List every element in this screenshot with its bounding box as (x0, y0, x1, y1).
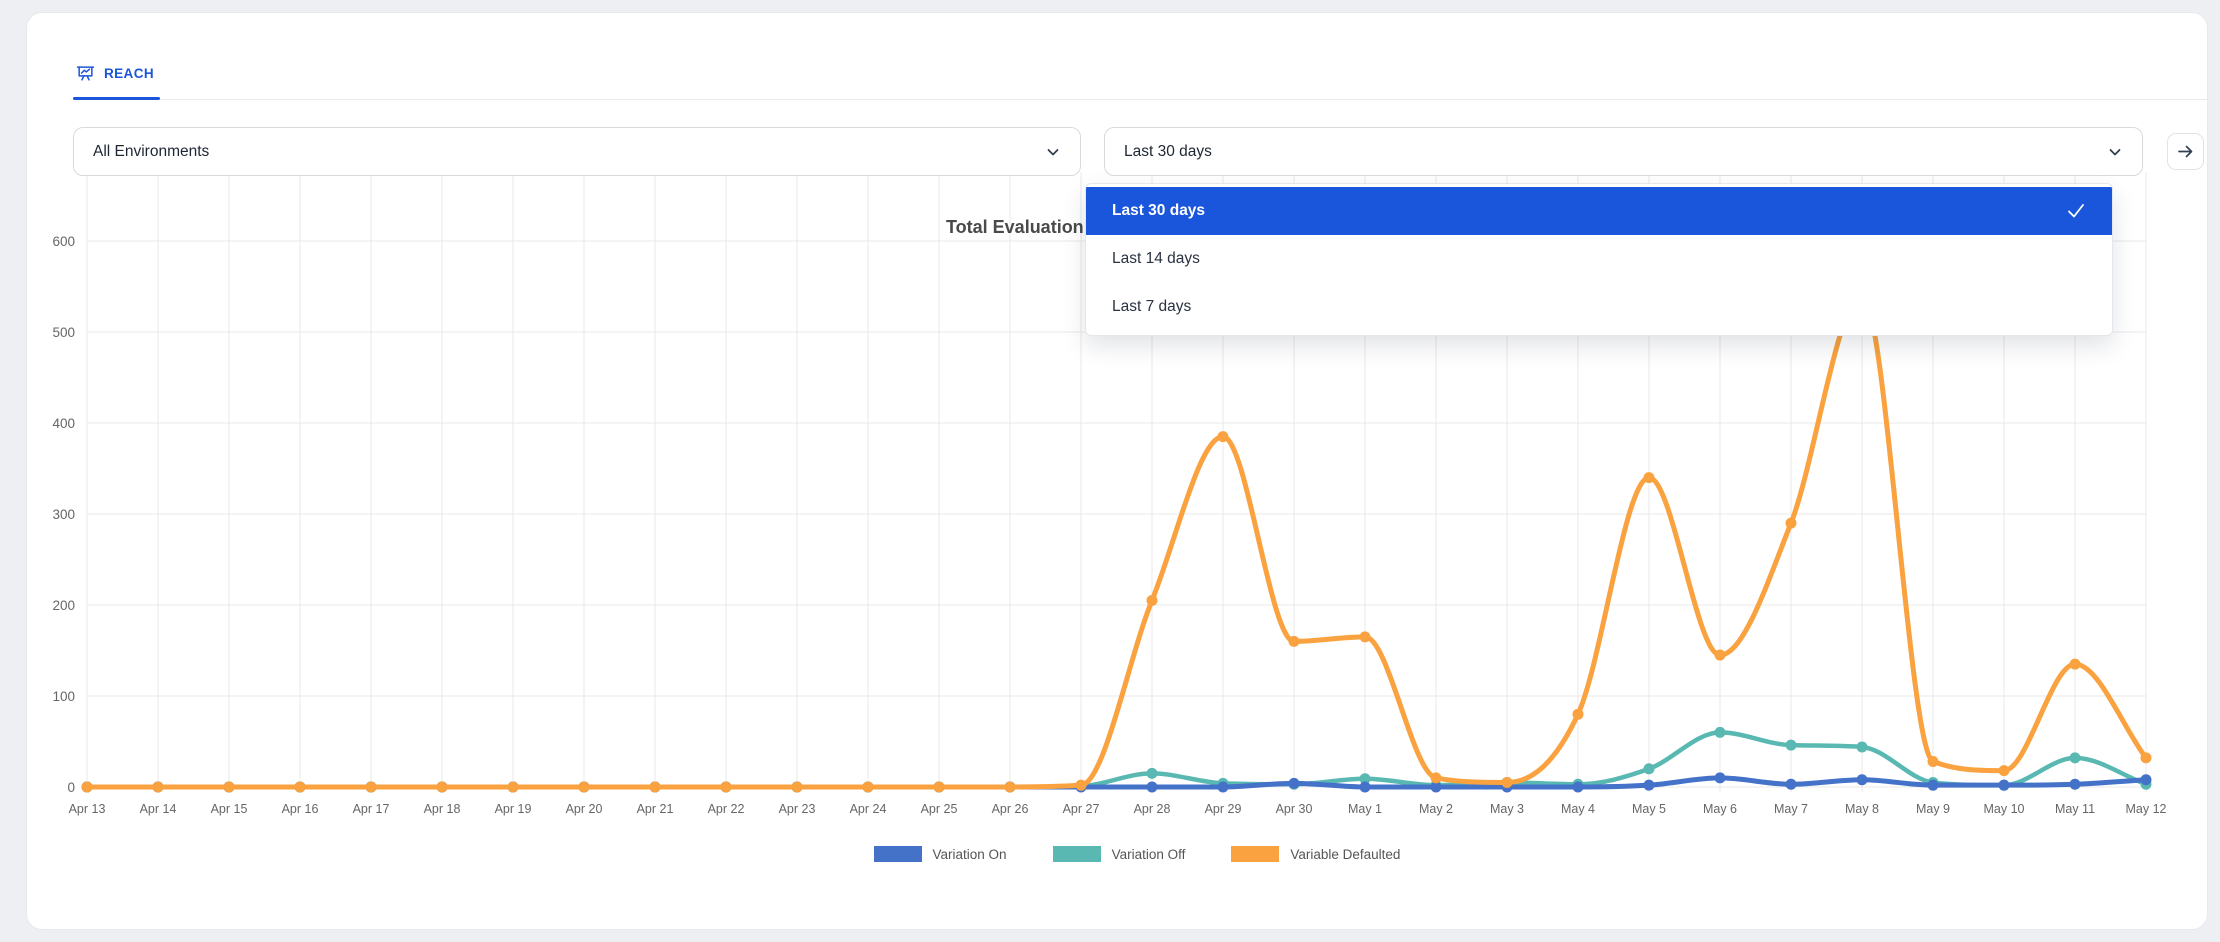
apply-filters-button[interactable] (2167, 133, 2204, 170)
svg-text:500: 500 (52, 325, 75, 340)
svg-text:Apr 26: Apr 26 (992, 802, 1029, 816)
svg-text:May 3: May 3 (1490, 802, 1524, 816)
svg-text:300: 300 (52, 507, 75, 522)
legend-label: Variable Defaulted (1290, 847, 1400, 862)
legend-item-variable-defaulted[interactable]: Variable Defaulted (1231, 846, 1400, 862)
svg-text:May 12: May 12 (2126, 802, 2167, 816)
page-background: { "colors": { "accent": "#1a56db", "page… (0, 0, 2220, 942)
svg-text:Apr 14: Apr 14 (140, 802, 177, 816)
legend-swatch-variation-off (1053, 846, 1101, 862)
menu-option-last-30-days[interactable]: Last 30 days (1086, 187, 2112, 235)
presentation-chart-icon (76, 64, 95, 83)
environment-select[interactable]: All Environments (73, 127, 1081, 176)
svg-text:Apr 29: Apr 29 (1205, 802, 1242, 816)
svg-text:May 10: May 10 (1984, 802, 2025, 816)
svg-text:100: 100 (52, 689, 75, 704)
svg-text:400: 400 (52, 416, 75, 431)
date-range-select[interactable]: Last 30 days (1104, 127, 2143, 176)
svg-text:Apr 19: Apr 19 (495, 802, 532, 816)
svg-text:600: 600 (52, 234, 75, 249)
chart-title: Total Evaluation (946, 217, 1084, 238)
svg-text:Apr 18: Apr 18 (424, 802, 461, 816)
svg-text:May 6: May 6 (1703, 802, 1737, 816)
svg-text:200: 200 (52, 598, 75, 613)
svg-text:Apr 22: Apr 22 (708, 802, 745, 816)
legend-item-variation-on[interactable]: Variation On (874, 846, 1007, 862)
tab-active-underline (73, 97, 160, 100)
chevron-down-icon (2107, 144, 2123, 160)
menu-option-label: Last 30 days (1112, 202, 1205, 220)
check-icon (2066, 201, 2086, 221)
svg-text:Apr 27: Apr 27 (1063, 802, 1100, 816)
svg-text:Apr 13: Apr 13 (69, 802, 106, 816)
svg-text:Apr 21: Apr 21 (637, 802, 674, 816)
tab-reach-label: REACH (104, 66, 154, 81)
menu-option-label: Last 14 days (1112, 250, 1200, 268)
chart-legend: Variation On Variation Off Variable Defaul… (27, 846, 2220, 862)
environment-select-value: All Environments (93, 143, 209, 161)
menu-option-last-7-days[interactable]: Last 7 days (1086, 283, 2112, 331)
menu-option-label: Last 7 days (1112, 298, 1191, 316)
svg-text:May 4: May 4 (1561, 802, 1595, 816)
legend-label: Variation Off (1112, 847, 1186, 862)
tab-reach[interactable]: REACH (76, 64, 154, 83)
legend-item-variation-off[interactable]: Variation Off (1053, 846, 1186, 862)
legend-label: Variation On (933, 847, 1007, 862)
legend-swatch-variable-defaulted (1231, 846, 1279, 862)
menu-option-last-14-days[interactable]: Last 14 days (1086, 235, 2112, 283)
svg-text:May 11: May 11 (2055, 802, 2095, 816)
tabs-divider (73, 99, 2209, 100)
svg-text:Apr 16: Apr 16 (282, 802, 319, 816)
svg-text:Apr 30: Apr 30 (1276, 802, 1313, 816)
svg-text:May 2: May 2 (1419, 802, 1453, 816)
arrow-right-icon (2176, 142, 2195, 161)
svg-text:Apr 17: Apr 17 (353, 802, 390, 816)
svg-text:Apr 28: Apr 28 (1134, 802, 1171, 816)
svg-text:Apr 23: Apr 23 (779, 802, 816, 816)
svg-text:Apr 24: Apr 24 (850, 802, 887, 816)
svg-text:Apr 15: Apr 15 (211, 802, 248, 816)
svg-text:May 9: May 9 (1916, 802, 1950, 816)
date-range-menu: Last 30 days Last 14 days Last 7 days (1085, 183, 2113, 336)
svg-text:May 8: May 8 (1845, 802, 1879, 816)
svg-text:May 5: May 5 (1632, 802, 1666, 816)
svg-text:0: 0 (67, 780, 75, 795)
svg-text:May 1: May 1 (1348, 802, 1382, 816)
svg-text:Apr 25: Apr 25 (921, 802, 958, 816)
legend-swatch-variation-on (874, 846, 922, 862)
svg-text:Apr 20: Apr 20 (566, 802, 603, 816)
svg-text:May 7: May 7 (1774, 802, 1808, 816)
date-range-select-value: Last 30 days (1124, 143, 1212, 161)
series-variable-defaulted (82, 290, 2152, 792)
chevron-down-icon (1045, 144, 1061, 160)
